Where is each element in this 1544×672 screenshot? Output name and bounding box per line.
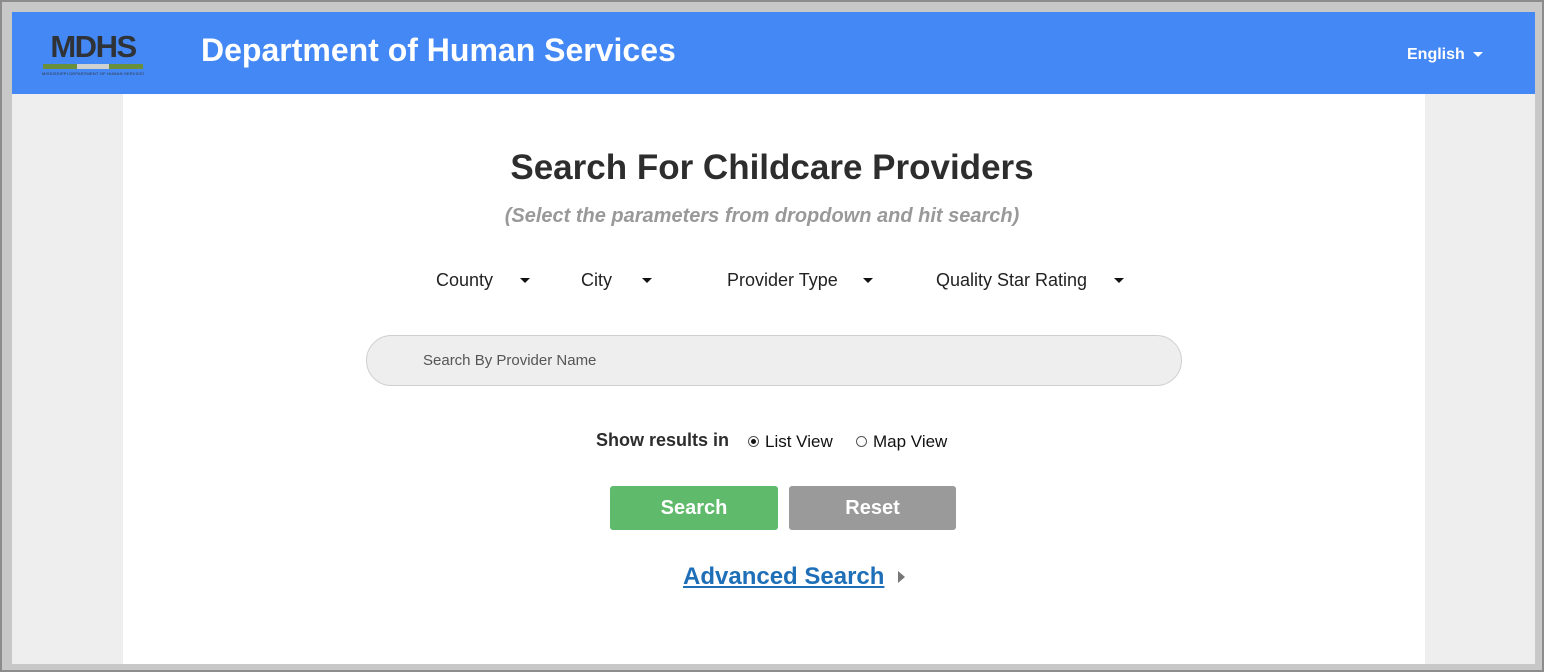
search-button[interactable]: Search xyxy=(610,486,778,530)
advanced-search-link[interactable]: Advanced Search xyxy=(683,562,884,592)
chevron-right-icon[interactable] xyxy=(898,571,905,583)
screenshot-frame: MDHS MISSISSIPPI DEPARTMENT OF HUMAN SER… xyxy=(2,2,1542,670)
mdhs-logo[interactable]: MDHS MISSISSIPPI DEPARTMENT OF HUMAN SER… xyxy=(42,31,144,77)
county-dropdown[interactable]: County xyxy=(436,267,530,293)
list-view-radio[interactable] xyxy=(748,436,759,447)
show-results-label: Show results in xyxy=(596,430,730,450)
main-content: Search For Childcare Providers (Select t… xyxy=(123,94,1425,664)
quality-star-rating-dropdown[interactable]: Quality Star Rating xyxy=(936,267,1124,293)
language-label: English xyxy=(1407,46,1465,63)
site-header: MDHS MISSISSIPPI DEPARTMENT OF HUMAN SER… xyxy=(12,12,1535,94)
provider-type-label: Provider Type xyxy=(727,270,838,290)
logo-bar-left xyxy=(43,64,77,69)
quality-star-rating-label: Quality Star Rating xyxy=(936,270,1088,290)
provider-name-input[interactable] xyxy=(423,336,1163,385)
map-view-label: Map View xyxy=(873,432,948,451)
page-title: Search For Childcare Providers xyxy=(510,148,1034,187)
logo-bar-right xyxy=(109,64,143,69)
logo-bar-middle xyxy=(77,64,109,69)
city-label: City xyxy=(581,270,612,290)
chevron-down-icon xyxy=(1114,278,1124,283)
county-label: County xyxy=(436,270,494,290)
chevron-down-icon xyxy=(520,278,530,283)
reset-button[interactable]: Reset xyxy=(789,486,956,530)
logo-tagline: MISSISSIPPI DEPARTMENT OF HUMAN SERVICES xyxy=(42,71,144,76)
page-subtitle: (Select the parameters from dropdown and… xyxy=(504,205,1020,227)
chevron-down-icon xyxy=(642,278,652,283)
site-title: Department of Human Services xyxy=(201,32,676,68)
browser-window: MDHS MISSISSIPPI DEPARTMENT OF HUMAN SER… xyxy=(12,12,1535,664)
map-view-radio[interactable] xyxy=(856,436,867,447)
city-dropdown[interactable]: City xyxy=(581,267,652,293)
chevron-down-icon xyxy=(863,278,873,283)
logo-bars xyxy=(43,64,143,69)
chevron-down-icon xyxy=(1472,52,1483,58)
provider-search-box[interactable] xyxy=(366,335,1182,386)
language-selector[interactable]: English xyxy=(1407,44,1483,66)
provider-type-dropdown[interactable]: Provider Type xyxy=(727,267,873,293)
list-view-label: List View xyxy=(765,432,833,451)
logo-text: MDHS xyxy=(50,29,137,64)
